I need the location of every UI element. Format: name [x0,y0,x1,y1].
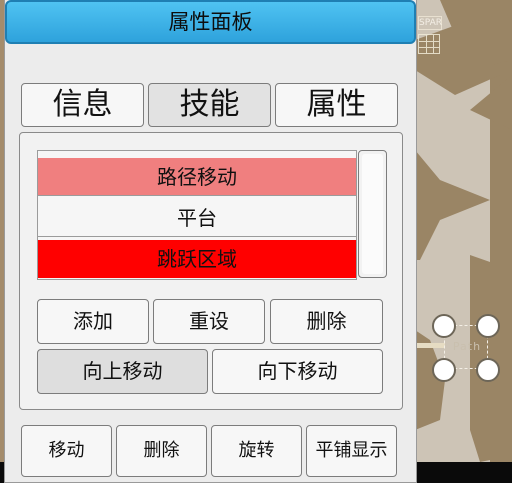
add-button[interactable]: 添加 [37,299,149,344]
skill-list[interactable]: 路径移动 平台 跳跃区域 [37,150,357,280]
path-handle-top-right[interactable] [476,314,500,338]
skill-item-platform[interactable]: 平台 [38,199,356,237]
skill-item-jump-zone[interactable]: 跳跃区域 [38,240,356,278]
skill-list-scrollbar[interactable] [358,150,387,278]
scrollbar-thumb[interactable] [362,154,383,274]
move-tool-button[interactable]: 移动 [21,425,112,477]
tile-display-button[interactable]: 平铺显示 [306,425,397,477]
panel-title[interactable]: 属性面板 [5,0,416,44]
reset-button[interactable]: 重设 [153,299,265,344]
path-label: Path [452,340,482,353]
path-handle-top-left[interactable] [432,314,456,338]
grid-icon[interactable] [418,34,440,54]
tab-skills[interactable]: 技能 [148,83,271,127]
delete-skill-button[interactable]: 删除 [270,299,383,344]
tab-info[interactable]: 信息 [21,83,144,127]
tab-attributes[interactable]: 属性 [275,83,398,127]
move-up-button[interactable]: 向上移动 [37,349,208,394]
skill-item-path-move[interactable]: 路径移动 [38,158,356,196]
property-panel: 属性面板 信息 技能 属性 路径移动 平台 跳跃区域 添加 重设 删除 向上移动… [4,0,417,483]
scene-top-label: SPAR [418,16,442,30]
delete-tool-button[interactable]: 删除 [116,425,207,477]
path-line [415,343,445,348]
rotate-tool-button[interactable]: 旋转 [211,425,302,477]
path-handle-bottom-left[interactable] [432,358,456,382]
path-handle-bottom-right[interactable] [476,358,500,382]
middle-star [415,150,490,260]
move-down-button[interactable]: 向下移动 [212,349,383,394]
